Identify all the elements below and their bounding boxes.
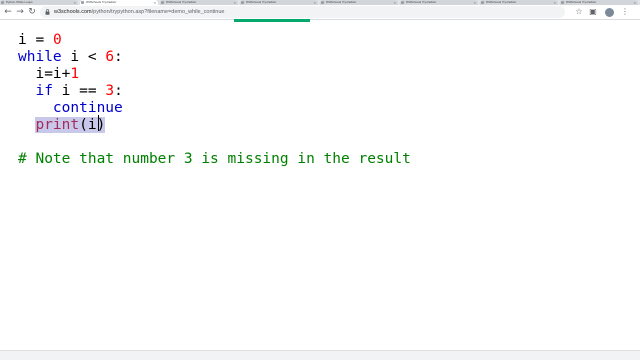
tab-label: W3Schools Tryit Editor xyxy=(246,0,277,4)
code-token: (i) xyxy=(79,117,106,133)
code-token: i == xyxy=(52,83,106,99)
code-line-1: i = 0 xyxy=(18,32,411,49)
code-number: 3 xyxy=(105,83,115,99)
arrow-left-icon[interactable]: ← xyxy=(3,7,13,17)
code-token: = xyxy=(26,32,53,48)
code-selection: print(i) xyxy=(35,117,106,133)
code-keyword: if xyxy=(35,83,53,99)
browser-toolbar: ← → ↻ w3schools.com/python/trypython.asp… xyxy=(0,5,640,20)
code-line-2: while i < 6: xyxy=(18,49,411,66)
code-token: i=i+ xyxy=(35,66,71,82)
code-token: : xyxy=(114,83,123,99)
code-number: 6 xyxy=(105,49,115,65)
reload-icon[interactable]: ↻ xyxy=(27,7,37,17)
code-token: i < xyxy=(61,49,106,65)
code-builtin: print xyxy=(35,117,80,133)
favicon-icon xyxy=(241,1,244,4)
url-host: w3schools.com xyxy=(54,9,92,15)
lock-icon xyxy=(45,9,50,15)
tab-label: Python While Loops xyxy=(6,0,33,4)
address-bar[interactable]: w3schools.com/python/trypython.asp?filen… xyxy=(40,6,565,18)
code-token: : xyxy=(114,49,123,65)
code-text[interactable]: i = 0 while i < 6: i=i+1 if i == 3: conti… xyxy=(18,32,411,168)
tab-label: W3Schools Tryit Editor xyxy=(406,0,437,4)
code-line-3: i=i+1 xyxy=(18,66,411,83)
text-cursor xyxy=(98,115,99,131)
tab-label: W3Schools Tryit Editor xyxy=(486,0,517,4)
code-comment: # Note that number 3 is missing in the r… xyxy=(18,151,411,167)
favicon-icon xyxy=(1,1,4,4)
tab-label: W3Schools Tryit Editor xyxy=(326,0,357,4)
tab-label: W3Schools Tryit Editor xyxy=(166,0,197,4)
url-path: /python/trypython.asp?filename=demo_whil… xyxy=(91,9,225,15)
bottom-strip xyxy=(0,350,640,360)
browser-window: Python While Loops × W3Schools Tryit Edit… xyxy=(0,0,640,360)
code-number: 0 xyxy=(52,32,62,48)
favicon-icon xyxy=(161,1,164,4)
code-keyword: continue xyxy=(52,100,123,116)
code-line-6: print(i) xyxy=(18,117,411,134)
favicon-icon xyxy=(561,1,564,4)
code-token: i xyxy=(18,32,27,48)
code-line-8: # Note that number 3 is missing in the r… xyxy=(18,151,411,168)
tab-label: W3Schools Tryit Editor xyxy=(86,0,117,4)
url-text[interactable]: w3schools.com/python/trypython.asp?filen… xyxy=(54,6,224,18)
favicon-icon xyxy=(321,1,324,4)
code-line-5: continue xyxy=(18,100,411,117)
code-number: 1 xyxy=(70,66,80,82)
favicon-icon xyxy=(81,1,84,4)
arrow-right-icon[interactable]: → xyxy=(15,7,25,17)
code-editor[interactable]: i = 0 while i < 6: i=i+1 if i == 3: conti… xyxy=(0,22,640,350)
star-icon[interactable]: ☆ xyxy=(574,7,584,17)
code-line-4: if i == 3: xyxy=(18,83,411,100)
favicon-icon xyxy=(481,1,484,4)
extension-icon[interactable]: ▣ xyxy=(588,7,598,17)
avatar[interactable] xyxy=(605,8,614,17)
tab-label: W3Schools Tryit Editor xyxy=(566,0,597,4)
favicon-icon xyxy=(401,1,404,4)
code-keyword: while xyxy=(18,49,62,65)
menu-icon[interactable]: ⋮ xyxy=(620,7,630,17)
